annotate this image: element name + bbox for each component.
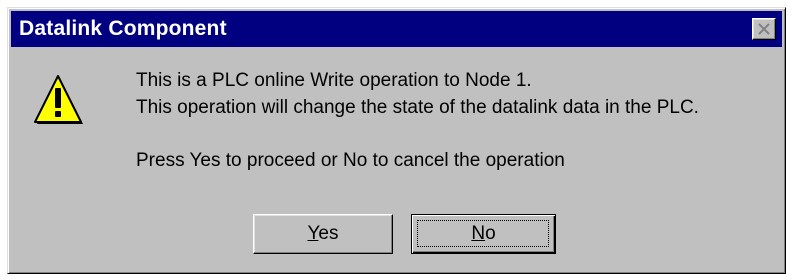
no-button-label: No: [471, 223, 495, 245]
yes-mnemonic: Y: [307, 223, 319, 244]
close-button[interactable]: [752, 18, 776, 40]
dialog-window: Datalink Component This is a PLC online …: [7, 7, 786, 274]
window-title: Datalink Component: [19, 17, 227, 40]
no-mnemonic: N: [471, 223, 486, 244]
title-bar[interactable]: Datalink Component: [11, 11, 782, 47]
warning-icon: [34, 75, 83, 124]
yes-button-label: Yes: [307, 223, 338, 245]
message-line-1: This is a PLC online Write operation to …: [136, 70, 532, 91]
no-label-rest: o: [485, 223, 496, 244]
yes-button[interactable]: Yes: [253, 214, 393, 254]
no-button[interactable]: No: [411, 214, 556, 254]
close-icon: [758, 23, 770, 35]
message-line-3: Press Yes to proceed or No to cancel the…: [136, 150, 565, 171]
yes-label-rest: es: [318, 223, 339, 244]
message-line-2: This operation will change the state of …: [136, 97, 699, 118]
